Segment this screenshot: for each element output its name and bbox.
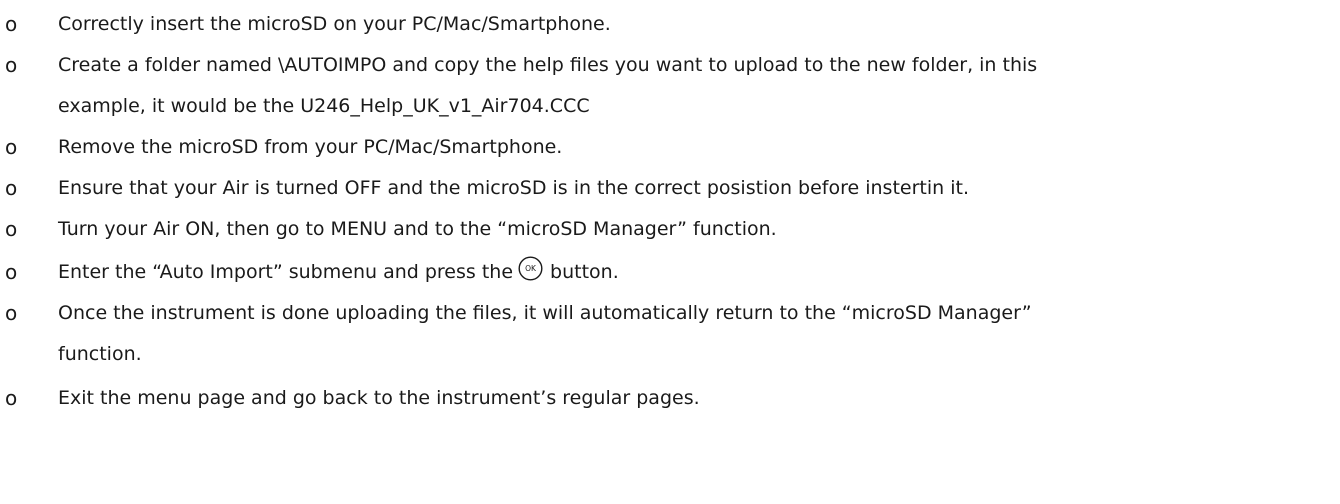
step-text: Once the instrument is done uploading th… (58, 293, 1333, 375)
list-bullet: o (5, 12, 18, 36)
ok-icon-label: OK (525, 264, 537, 273)
step-text: Ensure that your Air is turned OFF and t… (58, 177, 969, 199)
step-text: Remove the microSD from your PC/Mac/Smar… (58, 136, 563, 158)
step-text-after-icon: button. (550, 261, 619, 283)
step-text-line: Create a folder named \AUTOIMPO and copy… (58, 54, 1038, 76)
list-bullet: o (5, 176, 18, 200)
list-bullet: o (5, 217, 18, 241)
step-text-line: example, it would be the U246_Help_UK_v1… (58, 95, 590, 117)
step-text: Enter the “Auto Import” submenu and pres… (58, 252, 1333, 293)
list-bullet: o (5, 53, 18, 77)
list-bullet: o (5, 386, 18, 410)
ok-button-icon: OK (518, 256, 543, 281)
list-bullet: o (5, 135, 18, 159)
list-bullet: o (5, 301, 18, 325)
list-bullet: o (5, 260, 18, 284)
step-text: Correctly insert the microSD on your PC/… (58, 13, 611, 35)
step-text: Turn your Air ON, then go to MENU and to… (58, 218, 777, 240)
step-text: Create a folder named \AUTOIMPO and copy… (58, 45, 1333, 127)
step-text: Exit the menu page and go back to the in… (58, 387, 700, 409)
step-text-before-icon: Enter the “Auto Import” submenu and pres… (58, 261, 514, 283)
step-text-line: Once the instrument is done uploading th… (58, 302, 1032, 324)
step-text-line: function. (58, 343, 142, 365)
